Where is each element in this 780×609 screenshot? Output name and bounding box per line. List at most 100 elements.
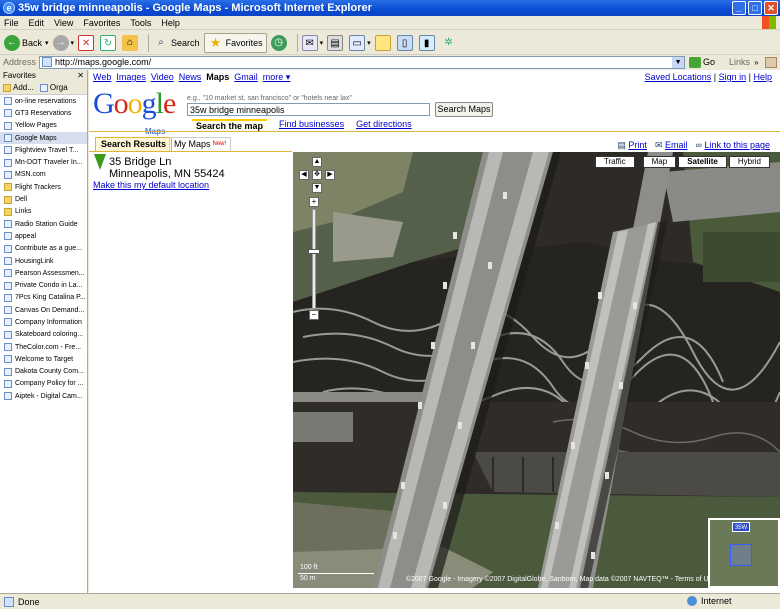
favorite-item[interactable]: on-line reservations [0,95,87,107]
favorite-item[interactable]: HousingLink [0,255,87,267]
map-marker-icon[interactable] [94,154,106,170]
search-maps-button[interactable]: Search Maps [435,102,493,117]
favorite-item[interactable]: Contribute as a gue... [0,243,87,255]
nav-web[interactable]: Web [93,72,111,82]
zoom-in-icon[interactable]: + [309,197,319,207]
pan-left-icon[interactable]: ◀ [299,170,309,180]
menu-file[interactable]: File [4,18,19,28]
go-button[interactable]: Go [689,56,715,68]
nav-video[interactable]: Video [151,72,174,82]
edit-button[interactable]: ▭ ▾ [349,33,371,53]
saved-locations-link[interactable]: Saved Locations [645,72,712,82]
overview-viewport[interactable] [730,544,752,566]
address-dropdown-icon[interactable]: ▼ [672,56,685,68]
add-favorite-button[interactable]: Add... [3,83,34,92]
search-tab-search-the-map[interactable]: Search the map [192,119,268,131]
map-type-traffic[interactable]: Traffic [594,156,635,168]
favorite-item[interactable]: Google Maps [0,131,87,145]
tab-search-results[interactable]: Search Results [95,137,173,151]
print-button[interactable]: ▤ [327,33,345,53]
close-button[interactable]: ✕ [764,1,778,15]
discuss-button[interactable] [374,33,393,53]
favorite-item[interactable]: TheColor.com - Fre... [0,341,87,353]
favorite-item[interactable]: Dell [0,193,87,205]
mail-button[interactable]: ✉ ▾ [301,33,323,53]
favorite-item[interactable]: Private Condo in La... [0,279,87,291]
favorite-item[interactable]: GT3 Reservations [0,107,87,119]
close-favorites-icon[interactable]: ✕ [77,70,84,81]
favorite-item[interactable]: Pearson Assessmen... [0,267,87,279]
favorite-item[interactable]: MSN.com [0,169,87,181]
nav-news[interactable]: News [179,72,202,82]
menu-tools[interactable]: Tools [130,18,151,28]
search-tab-find-businesses[interactable]: Find businesses [279,119,344,131]
toolbar-extension-icon[interactable] [764,56,777,68]
links-chevron-icon[interactable]: » [754,58,758,67]
help-link[interactable]: Help [753,72,772,82]
pan-right-icon[interactable]: ▶ [325,170,335,180]
pan-down-icon[interactable]: ▼ [312,183,322,193]
nav-maps[interactable]: Maps [206,72,229,82]
print-link[interactable]: ▤ Print [617,140,647,151]
refresh-button[interactable]: ↻ [100,33,118,53]
favorite-item[interactable]: Flightview Travel T... [0,144,87,156]
organize-icon [39,83,48,92]
favorite-item[interactable]: Links [0,206,87,218]
favorite-item[interactable]: Mn-DOT Traveler In... [0,156,87,168]
zoom-slider-handle[interactable] [308,249,320,254]
favorite-item[interactable]: Canvas On Demand... [0,304,87,316]
pan-up-icon[interactable]: ▲ [312,157,322,167]
favorite-item[interactable]: Aiptek - Digital Cam... [0,390,87,402]
map-type-map[interactable]: Map [642,156,677,168]
favorite-item[interactable]: Yellow Pages [0,120,87,132]
stop-button[interactable]: ✕ [78,33,96,53]
favorite-item[interactable]: 7Pcs King Catalina P... [0,292,87,304]
search-button[interactable]: ⌕ Search [153,33,199,53]
menu-favorites[interactable]: Favorites [83,18,120,28]
zoom-out-icon[interactable]: − [309,310,319,320]
default-location-link[interactable]: Make this my default location [93,180,209,190]
links-button[interactable]: Links [729,57,750,67]
sign-in-link[interactable]: Sign in [719,72,747,82]
search-tab-get-directions[interactable]: Get directions [356,119,412,131]
favorite-item[interactable]: Welcome to Target [0,353,87,365]
forward-button[interactable]: → ▾ [52,33,74,53]
nav-images[interactable]: Images [116,72,146,82]
history-button[interactable]: ◷ [270,33,289,53]
satellite-map[interactable]: Traffic Map Satellite Hybrid ▲ ◀ ✥ ▶ ▼ + − … [293,152,780,588]
research-button[interactable]: ▯ [396,33,415,53]
favorite-label: Flight Trackers [15,183,61,191]
address-input[interactable]: http://maps.google.com/ ▼ [39,55,686,69]
favorite-item[interactable]: Flight Trackers [0,181,87,193]
minimize-button[interactable]: _ [732,1,746,15]
network-button[interactable]: ✲ [441,33,459,53]
map-type-hybrid[interactable]: Hybrid [728,156,770,168]
link-to-page[interactable]: ∞ Link to this page [696,140,770,151]
pan-center-icon[interactable]: ✥ [312,170,322,180]
messenger-button[interactable]: ▮ [418,33,437,53]
favorite-item[interactable]: Skateboard coloring... [0,329,87,341]
overview-map[interactable]: 35W [708,518,780,588]
favorites-button[interactable]: ★ Favorites [203,32,267,53]
search-input[interactable] [187,103,430,116]
menu-edit[interactable]: Edit [29,18,45,28]
favorite-item[interactable]: appeal [0,230,87,242]
nav-gmail[interactable]: Gmail [234,72,258,82]
home-button[interactable]: ⌂ [122,33,140,53]
menu-help[interactable]: Help [161,18,180,28]
email-link[interactable]: ✉ Email [655,140,688,151]
favorite-item[interactable]: Company Information [0,316,87,328]
map-type-satellite[interactable]: Satellite [678,156,727,168]
favorite-item[interactable]: Dakota County Com... [0,366,87,378]
zoom-slider[interactable] [312,209,316,309]
favorite-item[interactable]: Radio Station Guide [0,218,87,230]
favorite-item[interactable]: Company Policy for ... [0,378,87,390]
maximize-button[interactable]: □ [748,1,762,15]
organize-favorites-button[interactable]: Orga [39,83,68,92]
result-address-line1[interactable]: 35 Bridge Ln [109,156,171,168]
google-maps-logo[interactable]: GoogleMaps [93,88,183,137]
back-button[interactable]: ← Back ▾ [4,33,49,53]
menu-view[interactable]: View [54,18,73,28]
tab-my-maps[interactable]: My Maps New! [169,137,232,151]
nav-more[interactable]: more ▾ [263,72,291,82]
